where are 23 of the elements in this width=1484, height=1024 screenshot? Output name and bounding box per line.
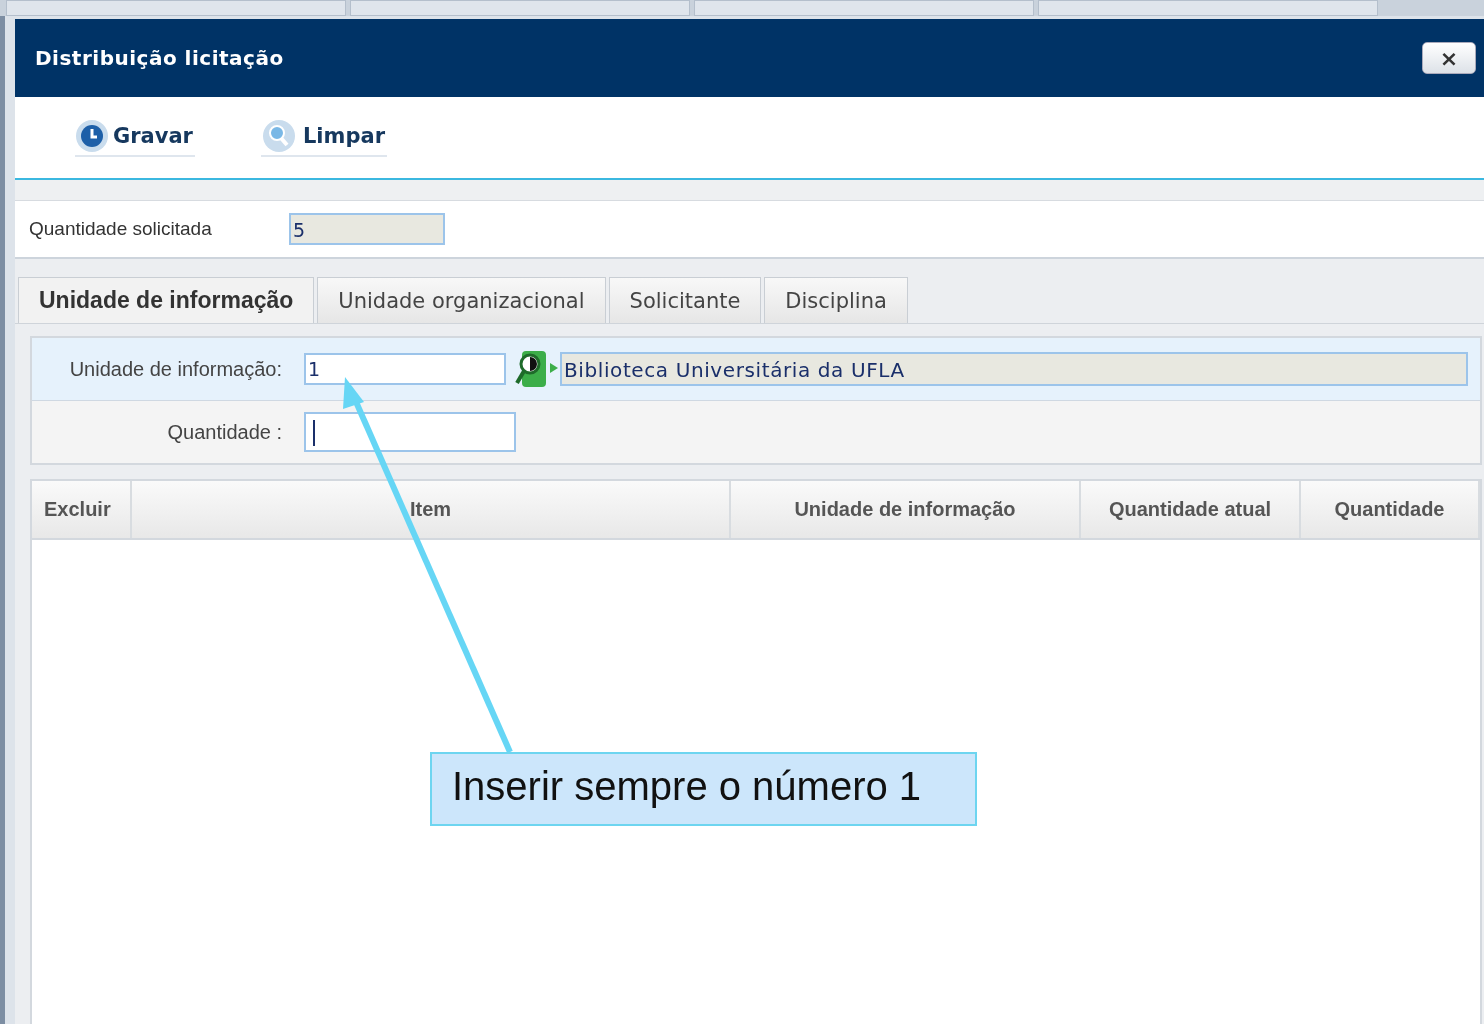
- close-button[interactable]: ×: [1422, 42, 1476, 74]
- callout-note: Inserir sempre o número 1: [430, 752, 977, 826]
- input-field[interactable]: 5: [289, 213, 445, 245]
- input-field[interactable]: [304, 412, 516, 452]
- field-label: Quantidade :: [166, 420, 282, 444]
- column-header[interactable]: Unidade de informação: [731, 481, 1081, 538]
- clock-icon: [75, 118, 109, 153]
- toolbar-button[interactable]: Limpar: [261, 118, 387, 157]
- tab[interactable]: Solicitante: [608, 277, 762, 323]
- toolbar-button[interactable]: Gravar: [75, 118, 195, 157]
- tab[interactable]: Unidade organizacional: [317, 277, 606, 323]
- field-label: Unidade de informação:: [68, 357, 282, 381]
- field-label: Quantidade solicitada: [29, 218, 213, 240]
- lookup-icon[interactable]: [514, 349, 560, 389]
- input-field[interactable]: 1: [304, 353, 506, 385]
- column-header[interactable]: Quantidade: [1301, 481, 1480, 538]
- column-header[interactable]: Quantidade atual: [1081, 481, 1301, 538]
- column-header[interactable]: Item: [132, 481, 731, 538]
- tab[interactable]: Unidade de informação: [18, 277, 315, 323]
- column-header[interactable]: Excluir: [32, 481, 132, 538]
- tab[interactable]: Disciplina: [764, 277, 908, 323]
- window-title: Distribuição licitação: [35, 46, 284, 70]
- readonly-field: Biblioteca Universitária da UFLA: [560, 352, 1468, 386]
